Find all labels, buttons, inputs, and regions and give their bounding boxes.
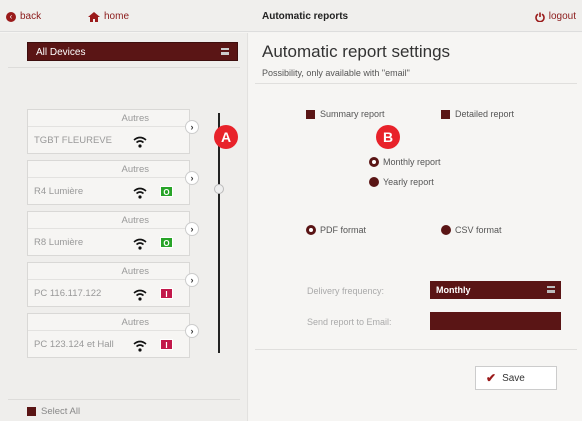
save-label: Save xyxy=(502,372,525,384)
home-icon xyxy=(88,11,100,22)
page-title: Automatic reports xyxy=(262,11,349,22)
summary-report-checkbox[interactable]: Summary report xyxy=(306,109,385,119)
csv-format-label: CSV format xyxy=(455,225,502,235)
radio-icon xyxy=(441,225,451,235)
divider xyxy=(8,67,240,68)
radio-selected-icon xyxy=(306,225,316,235)
power-icon xyxy=(535,12,545,22)
scrollbar-handle[interactable] xyxy=(214,184,224,194)
pdf-format-radio[interactable]: PDF format xyxy=(306,225,366,235)
device-category: Autres xyxy=(121,113,149,124)
device-card[interactable]: Autres PC 123.124 et Hall I › xyxy=(27,313,199,358)
device-panel: All Devices Autres TGBT FLEUREVE › Autre… xyxy=(0,33,248,421)
device-card[interactable]: Autres R4 Lumière O › xyxy=(27,160,199,205)
card-divider xyxy=(28,228,189,229)
device-card[interactable]: Autres R8 Lumière O › xyxy=(27,211,199,256)
yearly-report-radio[interactable]: Yearly report xyxy=(369,177,434,187)
divider xyxy=(255,83,577,84)
settings-panel: Automatic report settings Possibility, o… xyxy=(249,33,582,421)
annotation-badge-a: A xyxy=(214,125,238,149)
settings-title: Automatic report settings xyxy=(262,42,451,61)
device-category: Autres xyxy=(121,266,149,277)
select-all-label: Select All xyxy=(41,406,81,417)
logout-button[interactable]: logout xyxy=(535,11,576,22)
device-name: PC 116.117.122 xyxy=(34,288,102,299)
wifi-icon xyxy=(133,340,147,352)
device-category: Autres xyxy=(121,215,149,226)
status-badge: I xyxy=(160,339,173,350)
checkbox-icon xyxy=(306,109,315,119)
pdf-format-label: PDF format xyxy=(320,225,367,235)
device-filter-select[interactable]: All Devices xyxy=(27,42,238,61)
delivery-frequency-label: Delivery frequency: xyxy=(307,286,385,296)
device-name: R4 Lumière xyxy=(34,186,84,197)
monthly-report-label: Monthly report xyxy=(383,157,441,167)
back-button[interactable]: ‹ back xyxy=(6,11,41,22)
device-category: Autres xyxy=(121,317,149,328)
device-name: R8 Lumière xyxy=(34,237,84,248)
chevron-right-icon[interactable]: › xyxy=(185,171,199,185)
select-all-checkbox[interactable]: Select All xyxy=(27,406,80,417)
scrollbar-track[interactable] xyxy=(218,113,220,353)
delivery-frequency-select[interactable]: Monthly xyxy=(430,281,561,299)
settings-subtitle: Possibility, only available with "email" xyxy=(262,68,410,78)
menu-icon xyxy=(221,48,229,55)
device-card[interactable]: Autres TGBT FLEUREVE › xyxy=(27,109,199,154)
device-card[interactable]: Autres PC 116.117.122 I › xyxy=(27,262,199,307)
status-badge: O xyxy=(160,237,173,248)
delivery-frequency-value: Monthly xyxy=(436,285,471,295)
csv-format-radio[interactable]: CSV format xyxy=(441,225,502,235)
chevron-right-icon[interactable]: › xyxy=(185,324,199,338)
chevron-right-icon[interactable]: › xyxy=(185,222,199,236)
card-divider xyxy=(28,126,189,127)
wifi-icon xyxy=(133,187,147,199)
back-arrow-icon: ‹ xyxy=(6,11,16,22)
card-divider xyxy=(28,279,189,280)
device-name: TGBT FLEUREVE xyxy=(34,135,112,146)
detailed-report-checkbox[interactable]: Detailed report xyxy=(441,109,514,119)
home-label: home xyxy=(104,11,130,22)
wifi-icon xyxy=(133,289,147,301)
save-button[interactable]: ✔ Save xyxy=(475,366,557,390)
divider xyxy=(8,399,240,400)
back-label: back xyxy=(20,11,42,22)
radio-icon xyxy=(369,177,379,187)
status-badge: I xyxy=(160,288,173,299)
device-category: Autres xyxy=(121,164,149,175)
device-filter-value: All Devices xyxy=(36,47,86,58)
yearly-report-label: Yearly report xyxy=(383,177,434,187)
home-button[interactable]: home xyxy=(88,11,129,22)
wifi-icon xyxy=(133,136,147,148)
device-name: PC 123.124 et Hall xyxy=(34,339,114,350)
radio-selected-icon xyxy=(369,157,379,167)
divider xyxy=(255,349,577,350)
detailed-report-label: Detailed report xyxy=(455,109,515,119)
menu-icon xyxy=(547,286,555,293)
checkbox-icon xyxy=(27,407,36,416)
status-badge: O xyxy=(160,186,173,197)
monthly-report-radio[interactable]: Monthly report xyxy=(369,157,441,167)
email-label: Send report to Email: xyxy=(307,317,392,327)
email-input[interactable] xyxy=(430,312,561,330)
chevron-right-icon[interactable]: › xyxy=(185,273,199,287)
wifi-icon xyxy=(133,238,147,250)
logout-label: logout xyxy=(548,11,576,22)
card-divider xyxy=(28,330,189,331)
checkmark-icon: ✔ xyxy=(486,371,497,385)
top-bar: ‹ back home Automatic reports logout xyxy=(0,0,582,32)
card-divider xyxy=(28,177,189,178)
annotation-badge-b: B xyxy=(376,125,400,149)
chevron-right-icon[interactable]: › xyxy=(185,120,199,134)
summary-report-label: Summary report xyxy=(320,109,385,119)
checkbox-icon xyxy=(441,109,450,119)
